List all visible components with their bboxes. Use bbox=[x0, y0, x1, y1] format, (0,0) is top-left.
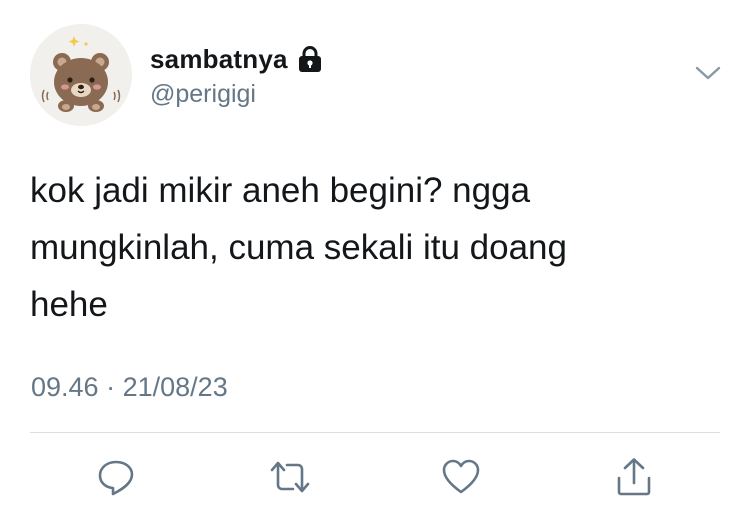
reply-icon bbox=[98, 460, 134, 496]
tweet-text: kok jadi mikir aneh begini? ngga mungkin… bbox=[30, 171, 567, 324]
tweet-card: sambatnya @perigigi kok jadi mikir aneh … bbox=[0, 0, 750, 521]
lock-icon bbox=[297, 45, 323, 73]
tweet-date: 21/08/23 bbox=[122, 372, 228, 402]
retweet-button[interactable] bbox=[268, 455, 312, 499]
like-icon bbox=[442, 459, 480, 494]
tweet-time: 09.46 bbox=[31, 372, 99, 402]
user-handle[interactable]: @perigigi bbox=[150, 80, 256, 109]
reply-button[interactable] bbox=[94, 455, 138, 499]
divider bbox=[30, 432, 720, 433]
share-button[interactable] bbox=[612, 455, 656, 499]
timestamp-separator: · bbox=[106, 372, 116, 402]
bear-avatar-icon bbox=[30, 24, 132, 126]
author-row: sambatnya bbox=[150, 42, 323, 76]
avatar[interactable] bbox=[30, 24, 132, 126]
like-button[interactable] bbox=[439, 455, 483, 499]
retweet-icon bbox=[270, 461, 310, 493]
share-icon bbox=[617, 458, 651, 496]
tweet-timestamp: 09.46 · 21/08/23 bbox=[31, 372, 228, 403]
display-name[interactable]: sambatnya bbox=[150, 44, 288, 75]
chevron-down-icon[interactable] bbox=[694, 62, 722, 84]
